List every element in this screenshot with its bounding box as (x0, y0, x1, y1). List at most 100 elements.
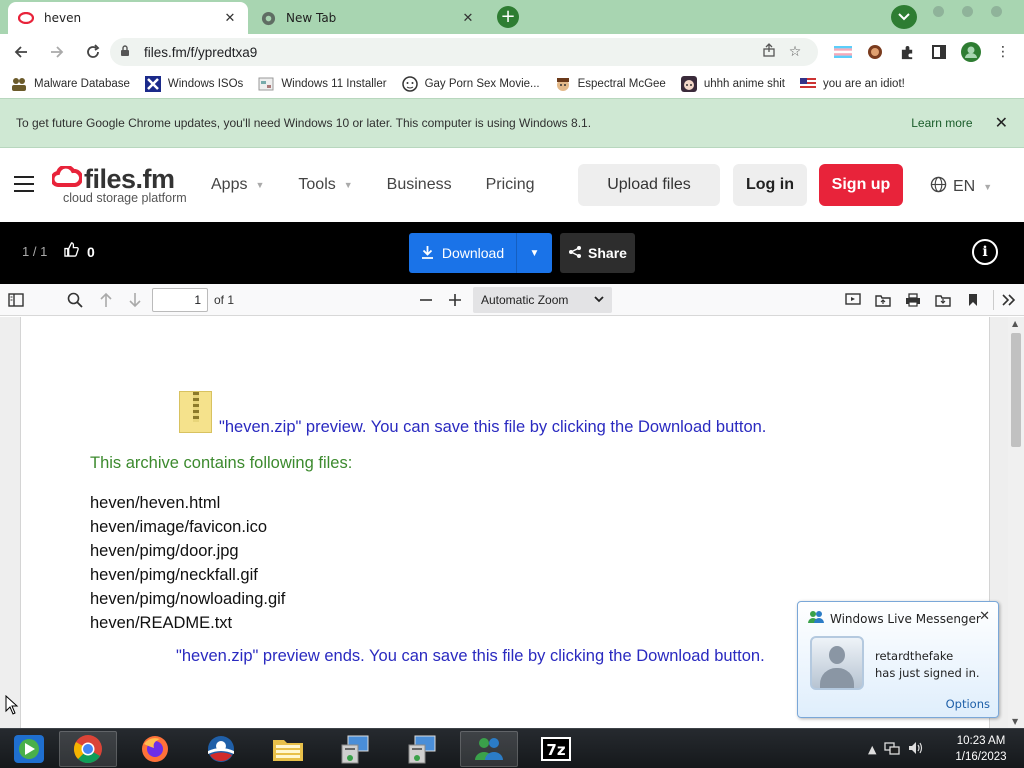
network-computer-icon[interactable] (393, 731, 451, 767)
close-notification-icon[interactable]: ✕ (979, 609, 990, 624)
zoom-select[interactable]: Automatic Zoom (473, 287, 612, 313)
bookmarks-bar: Malware Database Windows ISOs Windows 11… (0, 70, 1024, 98)
notification-header: Windows Live Messenger (808, 610, 981, 627)
bookmark-you-are-an-idiot[interactable]: you are an idiot! (799, 75, 905, 93)
tab-heven[interactable]: heven ✕ (8, 2, 248, 34)
scroll-down-icon[interactable]: ▼ (1012, 717, 1018, 726)
tab-new-tab[interactable]: New Tab ✕ (250, 2, 486, 34)
search-icon[interactable] (64, 290, 86, 310)
side-panel-icon[interactable] (926, 39, 952, 65)
bookmark-icon[interactable] (962, 290, 984, 310)
print-icon[interactable] (902, 290, 924, 310)
open-file-icon[interactable] (872, 290, 894, 310)
kebab-menu-icon[interactable]: ⋮ (990, 39, 1016, 65)
scrollbar-thumb[interactable] (1011, 333, 1021, 447)
close-tab-icon[interactable]: ✕ (222, 10, 238, 26)
back-button[interactable] (6, 37, 36, 67)
save-icon[interactable] (932, 290, 954, 310)
tools-menu-icon[interactable] (998, 290, 1020, 310)
info-icon: i (982, 244, 988, 260)
show-hidden-icons-icon[interactable]: ▲ (868, 743, 876, 756)
forward-button[interactable] (42, 37, 72, 67)
next-page-icon[interactable] (124, 290, 146, 310)
sign-up-button[interactable]: Sign up (819, 164, 903, 206)
menu-apps[interactable]: Apps ▼ (211, 176, 264, 194)
like-button[interactable]: 0 (64, 242, 95, 261)
chrome-icon[interactable] (59, 731, 117, 767)
share-page-icon[interactable] (756, 43, 782, 61)
face-icon (554, 75, 572, 93)
file-explorer-icon[interactable] (259, 731, 317, 767)
language-selector[interactable]: EN ▼ (930, 176, 992, 198)
minimize-button[interactable] (933, 6, 944, 17)
avatar-extension-icon[interactable] (862, 39, 888, 65)
zoom-in-icon[interactable] (444, 290, 466, 310)
tab-search-button[interactable] (891, 5, 917, 29)
pdf-viewer-toolbar: 1 of 1 Automatic Zoom (0, 284, 1024, 316)
volume-icon[interactable] (908, 741, 924, 758)
seven-zip-icon[interactable]: 7z (527, 731, 585, 767)
contact-status: has just signed in. (875, 666, 980, 680)
filesfm-logo[interactable]: files.fm cloud storage platform (50, 164, 187, 205)
upload-files-button[interactable]: Upload files (578, 164, 720, 206)
new-tab-button[interactable]: + (494, 5, 522, 29)
notification-message: retardthefake has just signed in. (875, 648, 980, 682)
bookmark-label: Windows 11 Installer (281, 78, 387, 90)
messenger-notification[interactable]: Windows Live Messenger ✕ retardthefake h… (797, 601, 999, 718)
zoom-out-icon[interactable] (415, 290, 437, 310)
lock-icon[interactable] (120, 44, 134, 60)
reload-button[interactable] (78, 37, 108, 67)
bookmark-malware-database[interactable]: Malware Database (10, 75, 130, 93)
sidebar-toggle-icon[interactable] (5, 290, 27, 310)
flag-icon (799, 75, 817, 93)
vertical-scrollbar[interactable]: ▲ ▼ (1008, 317, 1024, 728)
network-status-icon[interactable] (884, 741, 901, 758)
scroll-up-icon[interactable]: ▲ (1012, 319, 1018, 328)
preview-header-text: "heven.zip" preview. You can save this f… (219, 418, 767, 436)
site-menu: Apps ▼ Tools ▼ Business Pricing (211, 176, 535, 194)
face-icon (401, 75, 419, 93)
close-tab-icon[interactable]: ✕ (460, 10, 476, 26)
bookmark-label: uhhh anime shit (703, 78, 786, 90)
bookmark-star-icon[interactable]: ☆ (782, 44, 808, 60)
obama-icon[interactable] (192, 731, 250, 767)
caret-down-icon: ▼ (983, 182, 993, 192)
system-clock[interactable]: 10:23 AM 1/16/2023 (945, 733, 1017, 765)
menu-tools[interactable]: Tools ▼ (298, 176, 352, 194)
windows-live-messenger-icon[interactable] (460, 731, 518, 767)
bookmark-anime[interactable]: uhhh anime shit (680, 75, 785, 93)
options-link[interactable]: Options (946, 697, 990, 711)
bookmark-windows-isos[interactable]: Windows ISOs (144, 75, 243, 93)
maximize-button[interactable] (962, 6, 973, 17)
hamburger-menu-icon[interactable] (14, 176, 34, 192)
bookmark-label: Windows ISOs (167, 78, 244, 90)
download-dropdown-button[interactable]: ▼ (517, 233, 552, 273)
page-icon (257, 75, 275, 93)
presentation-mode-icon[interactable] (842, 290, 864, 310)
zoom-value: Automatic Zoom (481, 293, 569, 307)
bookmark-espectral-mcgee[interactable]: Espectral McGee (554, 75, 666, 93)
download-button[interactable]: Download (409, 233, 517, 273)
bookmark-windows-11-installer[interactable]: Windows 11 Installer (257, 75, 387, 93)
address-bar[interactable]: files.fm/f/ypredtxa9 ☆ (110, 38, 818, 66)
windows-media-center-icon[interactable] (0, 731, 58, 767)
plus-icon: + (497, 6, 519, 28)
file-info-button[interactable]: i (972, 239, 998, 265)
network-computer-icon[interactable] (326, 731, 384, 767)
puzzle-icon[interactable] (894, 39, 920, 65)
page-number-input[interactable]: 1 (152, 288, 208, 312)
learn-more-link[interactable]: Learn more (911, 116, 972, 130)
mouse-cursor-icon (5, 695, 19, 715)
flag-extension-icon[interactable] (830, 39, 856, 65)
share-button[interactable]: Share (560, 233, 635, 273)
profile-avatar-icon[interactable] (958, 39, 984, 65)
firefox-icon[interactable] (126, 731, 184, 767)
url-text[interactable]: files.fm/f/ypredtxa9 (144, 45, 756, 60)
close-infobar-icon[interactable]: ✕ (995, 113, 1008, 133)
log-in-button[interactable]: Log in (733, 164, 807, 206)
bookmark-gay-porn[interactable]: Gay Porn Sex Movie... (401, 75, 540, 93)
menu-pricing[interactable]: Pricing (486, 176, 535, 194)
menu-business[interactable]: Business (387, 176, 452, 194)
previous-page-icon[interactable] (95, 290, 117, 310)
close-window-button[interactable] (991, 6, 1002, 17)
